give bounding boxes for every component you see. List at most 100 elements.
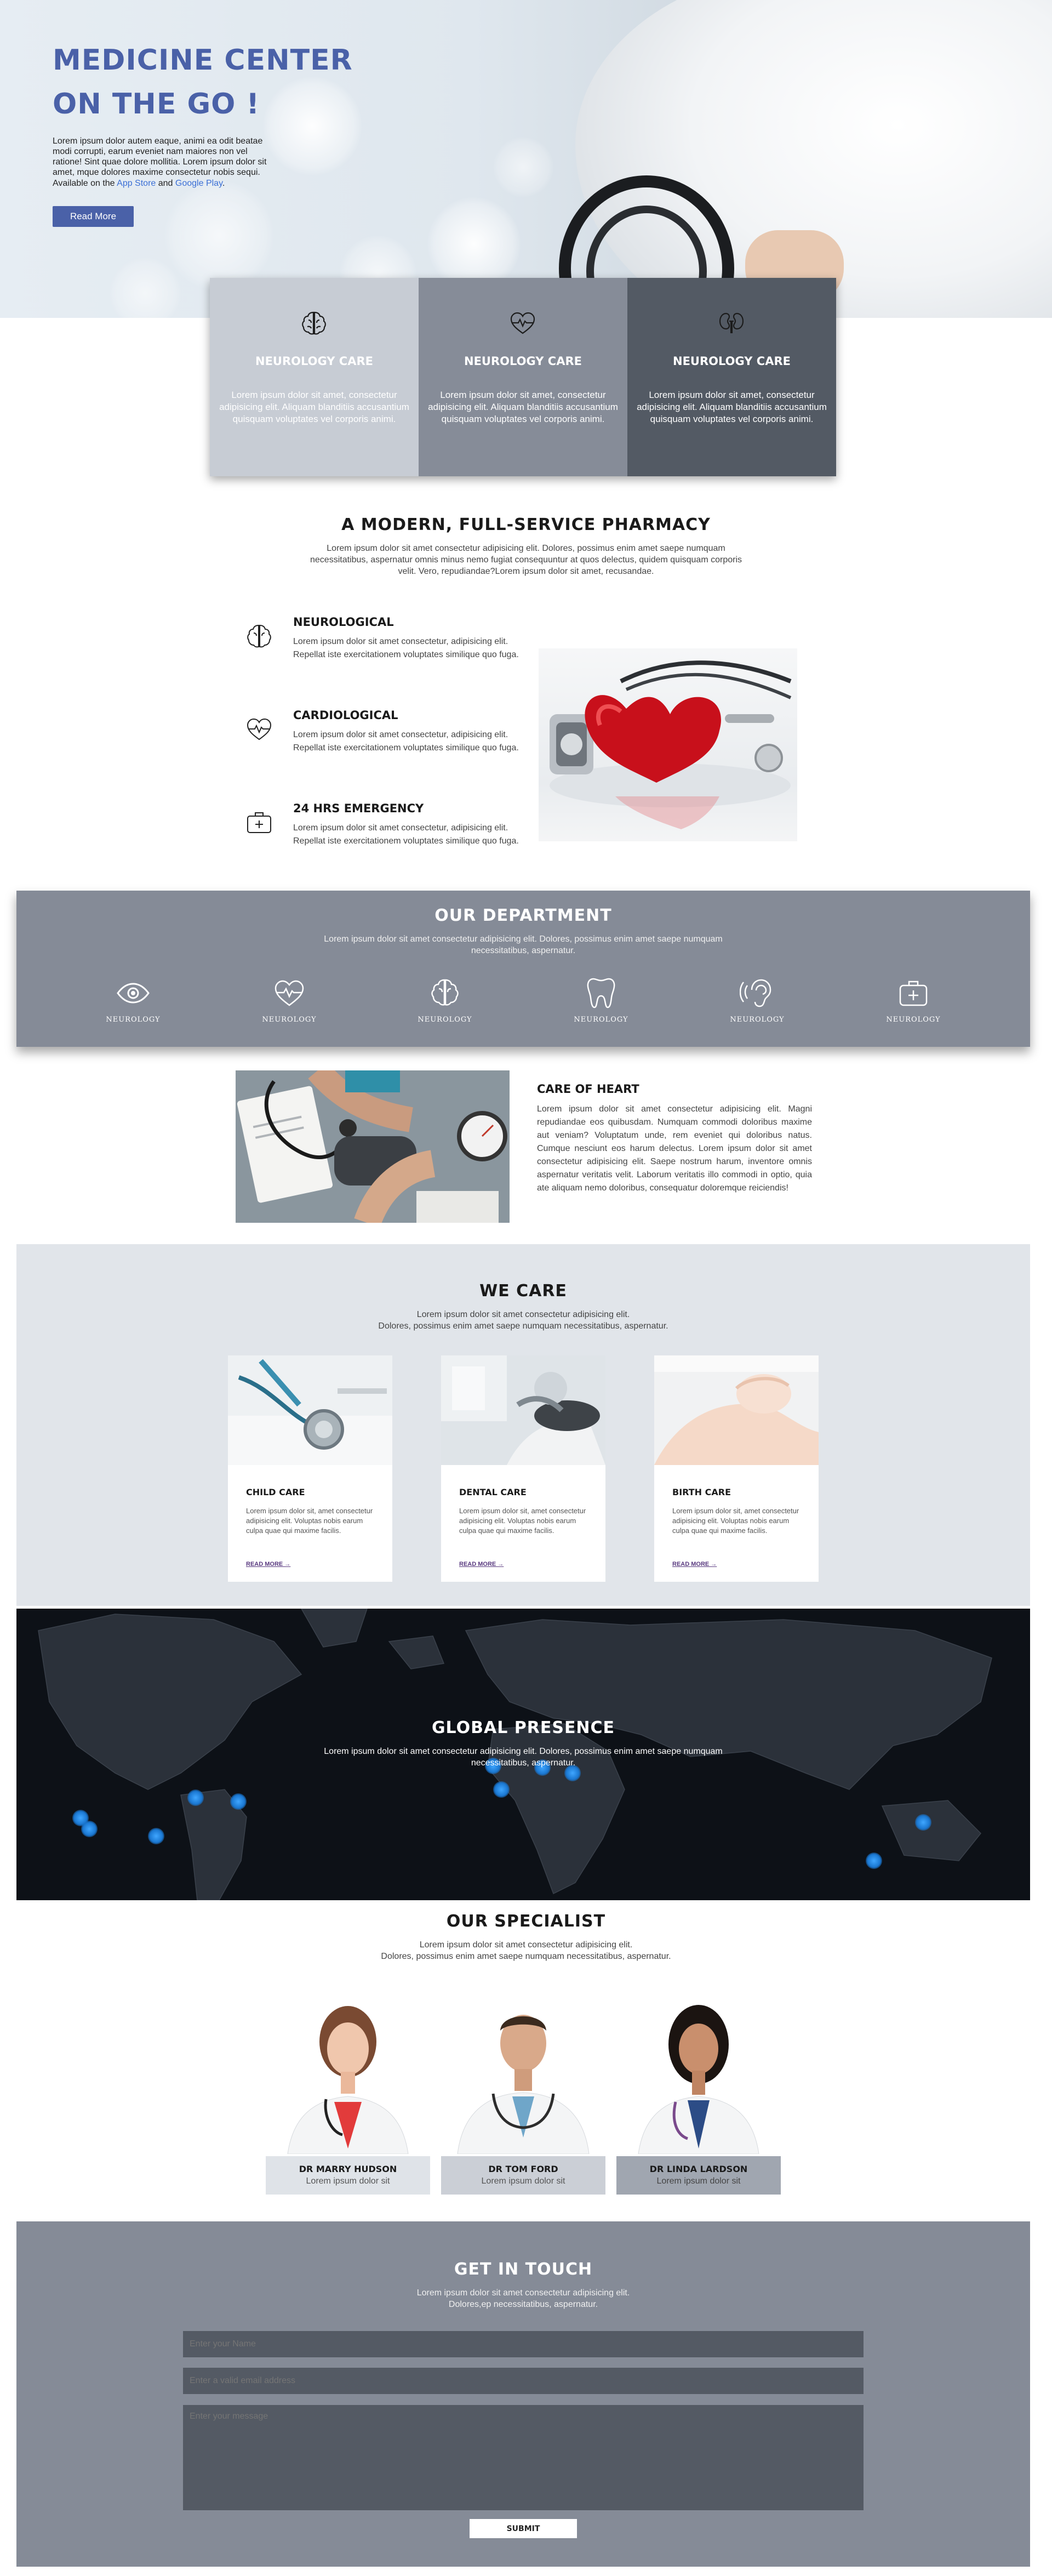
doctor-role: Lorem ipsum dolor sit	[656, 2176, 741, 2186]
submit-button[interactable]: SUBMIT	[470, 2519, 577, 2538]
doctor-role: Lorem ipsum dolor sit	[306, 2176, 390, 2186]
global-presence-description: Lorem ipsum dolor sit amet consectetur a…	[324, 1747, 723, 1768]
blood-pressure-image	[236, 1070, 510, 1223]
contact-desc-line: Lorem ipsum dolor sit amet consectetur a…	[416, 2288, 630, 2298]
global-presence-title: GLOBAL PRESENCE	[431, 1718, 615, 1737]
heart-stethoscope-image	[539, 648, 797, 841]
location-dot	[81, 1821, 98, 1837]
care-card-text: Lorem ipsum dolor sit, amet consectetur …	[459, 1507, 586, 1535]
feature-emergency: 24 HRS EMERGENCY Lorem ipsum dolor sit a…	[244, 802, 523, 868]
department-label: NEUROLOGY	[262, 1016, 317, 1024]
feature-text: Lorem ipsum dolor sit amet consectetur, …	[293, 823, 519, 846]
specialist-title: OUR SPECIALIST	[446, 1912, 606, 1931]
read-more-link[interactable]: READ MORE →	[672, 1561, 717, 1568]
card-text: Lorem ipsum dolor sit amet, consectetur …	[428, 390, 618, 424]
care-card-title: BIRTH CARE	[672, 1487, 731, 1497]
care-card-text: Lorem ipsum dolor sit, amet consectetur …	[246, 1507, 373, 1535]
location-dot	[148, 1828, 164, 1844]
availability-prefix: Available on the	[53, 179, 115, 188]
stethoscope-image	[228, 1355, 392, 1465]
brain-icon	[431, 979, 459, 1006]
read-more-button[interactable]: Read More	[53, 206, 134, 227]
doctor-name: DR LINDA LARDSON	[649, 2164, 748, 2174]
read-more-link[interactable]: READ MORE →	[246, 1561, 290, 1568]
card-text: Lorem ipsum dolor sit amet, consectetur …	[637, 390, 827, 424]
care-card-text: Lorem ipsum dolor sit, amet consectetur …	[672, 1507, 799, 1535]
department-item[interactable]: NEUROLOGY	[235, 976, 344, 1024]
first-aid-kit-icon	[247, 812, 271, 833]
department-item[interactable]: NEUROLOGY	[859, 976, 968, 1024]
message-textarea[interactable]	[183, 2405, 864, 2510]
bokeh-light	[493, 137, 553, 197]
feature-text: Lorem ipsum dolor sit amet consectetur, …	[293, 637, 519, 659]
doctor-photo	[266, 1984, 430, 2154]
dental-chair-image	[441, 1355, 605, 1465]
feature-text: Lorem ipsum dolor sit amet consectetur, …	[293, 730, 519, 753]
location-dot	[230, 1793, 247, 1810]
bokeh-light	[110, 258, 181, 318]
department-item[interactable]: NEUROLOGY	[702, 976, 812, 1024]
doctor-role: Lorem ipsum dolor sit	[481, 2176, 565, 2186]
we-care-desc-line: Lorem ipsum dolor sit amet consectetur a…	[416, 1310, 630, 1319]
availability-line: Available on the App Store and Google Pl…	[53, 179, 225, 189]
app-store-link[interactable]: App Store	[117, 179, 156, 188]
department-item[interactable]: NEUROLOGY	[78, 976, 188, 1024]
card-text: Lorem ipsum dolor sit amet, consectetur …	[219, 390, 409, 424]
department-label: NEUROLOGY	[886, 1016, 941, 1024]
heartbeat-icon	[247, 718, 272, 740]
department-item[interactable]: NEUROLOGY	[546, 976, 656, 1024]
doctor-name: DR MARRY HUDSON	[299, 2164, 397, 2174]
pharmacy-description: Lorem ipsum dolor sit amet consectetur a…	[310, 544, 742, 576]
care-card-title: DENTAL CARE	[459, 1487, 527, 1497]
location-dot	[915, 1814, 931, 1831]
care-card-birth: BIRTH CARE Lorem ipsum dolor sit, amet c…	[654, 1355, 819, 1582]
availability-period: .	[222, 179, 225, 188]
doctor-info: DR TOM FORD Lorem ipsum dolor sit	[441, 2156, 605, 2195]
read-more-link[interactable]: READ MORE →	[459, 1561, 504, 1568]
card-title: NEUROLOGY CARE	[464, 355, 582, 368]
bokeh-light	[164, 181, 274, 290]
department-description: Lorem ipsum dolor sit amet consectetur a…	[324, 934, 723, 955]
specialist-desc-line: Dolores, possimus enim amet saepe numqua…	[381, 1952, 671, 1961]
heartbeat-icon	[510, 312, 535, 334]
feature-title: 24 HRS EMERGENCY	[293, 802, 424, 815]
feature-title: NEUROLOGICAL	[293, 615, 394, 629]
card-title: NEUROLOGY CARE	[255, 355, 373, 368]
department-label: NEUROLOGY	[106, 1016, 161, 1024]
eye-icon	[117, 983, 150, 1004]
email-input[interactable]	[183, 2368, 864, 2394]
location-dot	[493, 1781, 510, 1798]
we-care-title: WE CARE	[479, 1281, 567, 1301]
feature-card[interactable]: NEUROLOGY CARE Lorem ipsum dolor sit ame…	[419, 278, 627, 476]
brain-icon	[302, 311, 326, 335]
google-play-link[interactable]: Google Play	[175, 179, 222, 188]
doctor-photo	[441, 1984, 605, 2154]
we-care-section: WE CARE Lorem ipsum dolor sit amet conse…	[16, 1244, 1030, 1606]
location-dot	[866, 1853, 882, 1869]
hero-title: MEDICINE CENTER ON THE GO !	[53, 44, 353, 121]
doctor-info: DR LINDA LARDSON Lorem ipsum dolor sit	[616, 2156, 781, 2195]
feature-card[interactable]: NEUROLOGY CARE Lorem ipsum dolor sit ame…	[627, 278, 836, 476]
feature-cardiological: CARDIOLOGICAL Lorem ipsum dolor sit amet…	[244, 709, 523, 774]
pharmacy-title: A MODERN, FULL-SERVICE PHARMACY	[341, 515, 711, 534]
name-input[interactable]	[183, 2331, 864, 2357]
specialist-desc-line: Lorem ipsum dolor sit amet consectetur a…	[419, 1940, 633, 1950]
doctor-name: DR TOM FORD	[488, 2164, 558, 2174]
feature-card[interactable]: NEUROLOGY CARE Lorem ipsum dolor sit ame…	[210, 278, 419, 476]
care-card-child: CHILD CARE Lorem ipsum dolor sit, amet c…	[228, 1355, 392, 1582]
brain-icon	[247, 624, 271, 648]
department-item[interactable]: NEUROLOGY	[390, 976, 500, 1024]
doctor-photo	[616, 1984, 781, 2154]
care-of-heart-text: Lorem ipsum dolor sit amet consectetur a…	[537, 1104, 812, 1193]
bokeh-light	[427, 197, 521, 290]
department-title: OUR DEPARTMENT	[434, 906, 612, 925]
we-care-desc-line: Dolores, possimus enim amet saepe numqua…	[378, 1321, 668, 1331]
ear-icon	[739, 979, 771, 1007]
medical-kit-icon	[899, 981, 928, 1006]
heartbeat-icon	[275, 980, 304, 1006]
global-presence-section: GLOBAL PRESENCE Lorem ipsum dolor sit am…	[16, 1609, 1030, 1900]
department-label: NEUROLOGY	[574, 1016, 628, 1024]
care-of-heart-title: CARE OF HEART	[537, 1082, 639, 1096]
baby-hand-image	[654, 1355, 819, 1465]
location-dot	[187, 1789, 204, 1806]
